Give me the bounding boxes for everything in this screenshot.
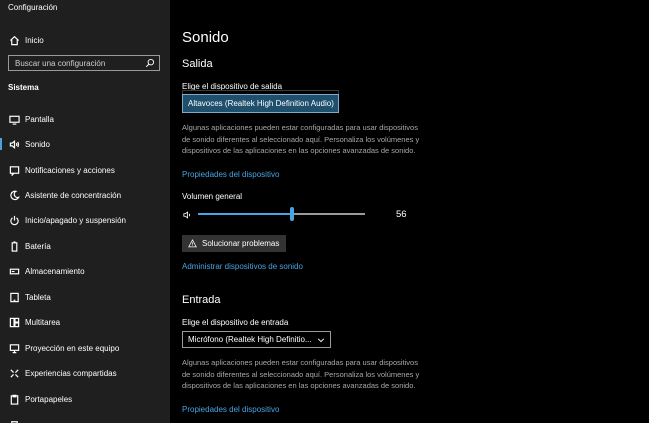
home-icon [8,34,21,47]
display-icon [8,113,21,126]
sidebar-item-multitarea[interactable]: Multitarea [0,311,170,333]
sidebar-item-bateria[interactable]: Batería [0,235,170,257]
sidebar-item-label: Inicio/apagado y suspensión [25,215,126,225]
sidebar-item-almacenamiento[interactable]: Almacenamiento [0,260,170,282]
input-device-value: Micrófono (Realtek High Definitio... [188,335,312,344]
volume-slider-thumb[interactable] [289,207,294,221]
volume-slider-fill [198,213,292,215]
output-properties-link[interactable]: Propiedades del dispositivo [182,170,279,179]
input-heading: Entrada [182,294,221,306]
sidebar-item-tableta[interactable]: Tableta [0,286,170,308]
sidebar-item-notificaciones[interactable]: Notificaciones y acciones [0,159,170,181]
sidebar-item-asistente[interactable]: Asistente de concentración [0,184,170,206]
volume-label: Volumen general [182,192,243,201]
sidebar-item-label: Portapapeles [25,394,73,404]
partial-icon [8,418,21,423]
sidebar-item-label: Almacenamiento [25,266,85,276]
sidebar-item-pantalla[interactable]: Pantalla [0,108,170,130]
manage-devices-link[interactable]: Administrar dispositivos de sonido [182,262,303,271]
clipboard-icon [8,393,21,406]
nav-home-label: Inicio [25,35,44,45]
sidebar-item-portapapeles[interactable]: Portapapeles [0,388,170,410]
sidebar-item-label: Sonido [25,139,50,149]
moon-icon [8,189,21,202]
volume-icon[interactable] [183,210,193,220]
battery-icon [8,240,21,253]
sidebar-item-label: Notificaciones y acciones [25,165,115,175]
sidebar-item-partial[interactable] [0,413,170,423]
search-box[interactable] [8,55,160,71]
input-description: Algunas aplicaciones pueden estar config… [182,358,420,390]
notifications-icon [8,164,21,177]
page-title: Sonido [182,29,229,46]
tablet-icon [8,291,21,304]
volume-value: 56 [396,209,407,220]
input-properties-link[interactable]: Propiedades del dispositivo [182,405,279,414]
troubleshoot-button[interactable]: Solucionar problemas [182,235,286,252]
sidebar-item-label: Experiencias compartidas [25,368,117,378]
power-icon [8,214,21,227]
sidebar-item-label: Tableta [25,292,51,302]
section-title: Sistema [8,83,39,92]
input-device-label: Elige el dispositivo de entrada [182,318,289,327]
chevron-down-icon [317,337,325,342]
sidebar-item-sonido[interactable]: Sonido [0,133,170,155]
output-device-option-selected[interactable]: Altavoces (Realtek High Definition Audio… [182,94,339,113]
search-input[interactable] [9,58,145,68]
sidebar-item-label: Batería [25,241,51,251]
storage-icon [8,265,21,278]
projection-icon [8,342,21,355]
multitask-icon [8,316,21,329]
troubleshoot-label: Solucionar problemas [202,239,280,248]
sidebar-item-label: Asistente de concentración [25,190,122,200]
sidebar-item-label: Proyección en este equipo [25,343,120,353]
input-device-dropdown[interactable]: Micrófono (Realtek High Definitio... [182,331,331,348]
main-panel: Sonido Salida Elige el dispositivo de sa… [170,0,649,423]
shared-icon [8,367,21,380]
sidebar-item-inicio-apagado[interactable]: Inicio/apagado y suspensión [0,209,170,231]
sidebar-item-experiencias[interactable]: Experiencias compartidas [0,362,170,384]
output-description: Algunas aplicaciones pueden estar config… [182,123,420,155]
window-title: Configuración [8,3,58,12]
nav-home[interactable]: Inicio [0,30,170,50]
volume-slider[interactable] [198,207,365,221]
sidebar-item-label: Pantalla [25,114,54,124]
search-icon[interactable] [145,58,155,68]
warning-icon [188,239,197,248]
sidebar-item-proyeccion[interactable]: Proyección en este equipo [0,337,170,359]
sidebar-item-label: Multitarea [25,317,61,327]
output-heading: Salida [182,58,213,70]
sidebar: Configuración Inicio Sistema Pantalla So… [0,0,170,423]
speaker-icon [8,138,21,151]
